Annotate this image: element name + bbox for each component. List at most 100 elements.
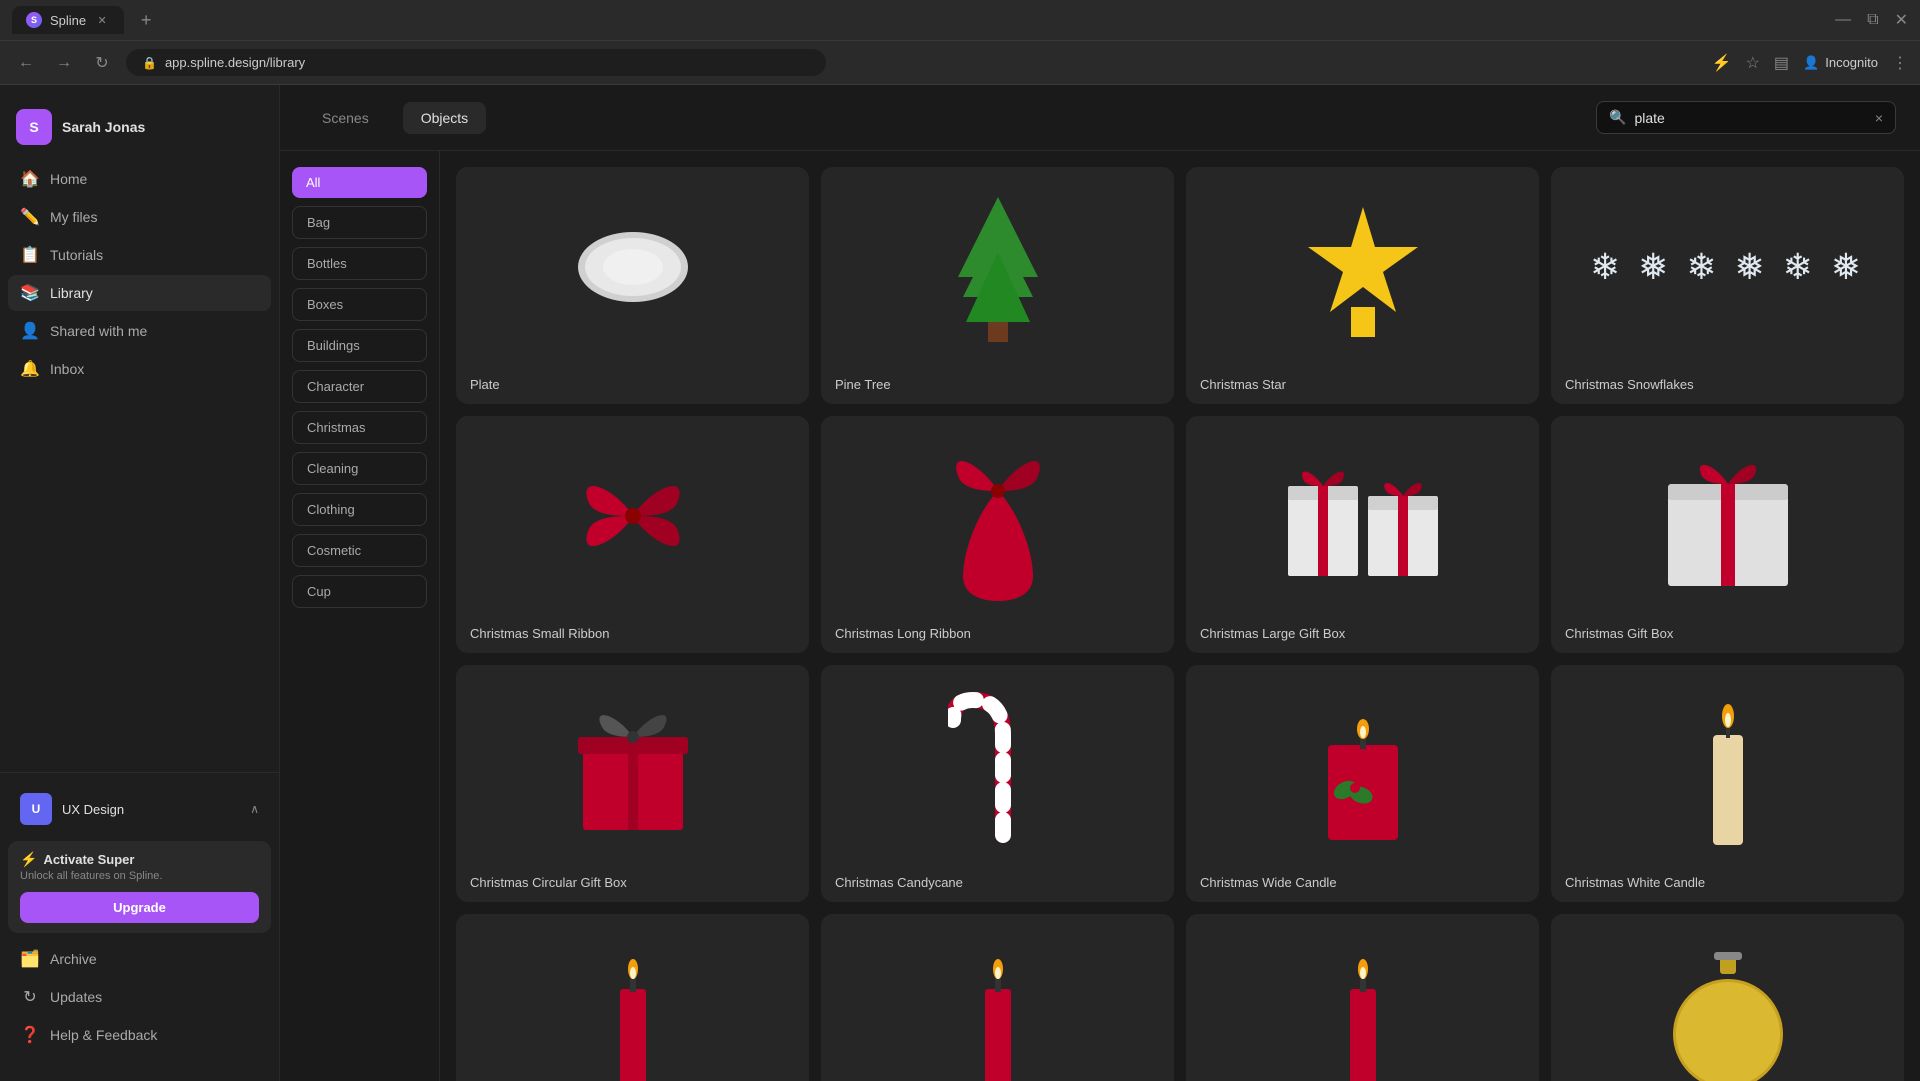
category-bag[interactable]: Bag [292, 206, 427, 239]
browser-tab[interactable]: S Spline ✕ [12, 6, 124, 34]
grid-item-gift-box[interactable]: Christmas Gift Box [1551, 416, 1904, 653]
sidebar-item-updates[interactable]: ↻ Updates [8, 979, 271, 1015]
grid-item-plate[interactable]: Plate [456, 167, 809, 404]
home-label: Home [50, 171, 87, 187]
address-bar[interactable]: 🔒 app.spline.design/library [126, 49, 826, 76]
grid-item-preview-candycane [821, 665, 1174, 865]
category-clothing[interactable]: Clothing [292, 493, 427, 526]
content-area: All Bag Bottles Boxes Buildings Characte… [280, 151, 1920, 1081]
grid-item-ornament[interactable] [1551, 914, 1904, 1081]
grid-item-preview-white-candle [1551, 665, 1904, 865]
close-icon[interactable]: ✕ [1895, 10, 1908, 30]
sidebar-item-tutorials[interactable]: 📋 Tutorials [8, 237, 271, 273]
sidebar-item-inbox[interactable]: 🔔 Inbox [8, 351, 271, 387]
sidebar-item-home[interactable]: 🏠 Home [8, 161, 271, 197]
grid-item-preview-ornament [1551, 914, 1904, 1081]
sidebar-item-library[interactable]: 📚 Library [8, 275, 271, 311]
tab-favicon: S [26, 12, 42, 28]
updates-icon: ↻ [20, 987, 40, 1007]
sidebar-item-archive[interactable]: 🗂️ Archive [8, 941, 271, 977]
forward-button[interactable]: → [50, 49, 78, 77]
archive-icon: 🗂️ [20, 949, 40, 969]
inbox-icon: 🔔 [20, 359, 40, 379]
workspace-name: UX Design [62, 802, 124, 817]
grid-item-label-christmas-snowflakes: Christmas Snowflakes [1551, 367, 1904, 404]
grid-item-candle-red-3[interactable] [1186, 914, 1539, 1081]
tutorials-icon: 📋 [20, 245, 40, 265]
menu-icon[interactable]: ⋮ [1892, 53, 1908, 73]
grid-item-preview-christmas-star [1186, 167, 1539, 367]
main-content: Scenes Objects 🔍 × All Bag Bottles Boxes… [280, 85, 1920, 1081]
tab-objects[interactable]: Objects [403, 102, 486, 134]
workspace-avatar: U [20, 793, 52, 825]
grid-item-small-ribbon[interactable]: Christmas Small Ribbon [456, 416, 809, 653]
grid-item-preview-long-ribbon [821, 416, 1174, 616]
category-buildings[interactable]: Buildings [292, 329, 427, 362]
maximize-icon[interactable]: ⧉ [1867, 11, 1878, 29]
category-boxes[interactable]: Boxes [292, 288, 427, 321]
category-christmas[interactable]: Christmas [292, 411, 427, 444]
search-bar[interactable]: 🔍 × [1596, 101, 1896, 134]
grid-item-label-white-candle: Christmas White Candle [1551, 865, 1904, 902]
minimize-icon[interactable]: — [1835, 11, 1851, 29]
help-label: Help & Feedback [50, 1027, 157, 1043]
bookmark-icon[interactable]: ☆ [1746, 53, 1760, 73]
activate-super-panel: ⚡ Activate Super Unlock all features on … [8, 841, 271, 933]
extensions-icon[interactable]: ⚡ [1712, 53, 1732, 73]
grid-item-pine-tree[interactable]: Pine Tree [821, 167, 1174, 404]
workspace-item[interactable]: U UX Design ∧ [8, 785, 271, 833]
grid-item-preview-wide-candle [1186, 665, 1539, 865]
nav-items: 🏠 Home ✏️ My files 📋 Tutorials 📚 Library… [0, 161, 279, 772]
user-avatar: S [16, 109, 52, 145]
search-clear-button[interactable]: × [1875, 110, 1883, 126]
library-label: Library [50, 285, 93, 301]
category-cup[interactable]: Cup [292, 575, 427, 608]
url-text: app.spline.design/library [165, 55, 305, 70]
grid-item-candycane[interactable]: Christmas Candycane [821, 665, 1174, 902]
grid-item-christmas-star[interactable]: Christmas Star [1186, 167, 1539, 404]
tab-close-button[interactable]: ✕ [94, 12, 110, 28]
incognito-icon: 👤 [1803, 55, 1819, 71]
browser-toolbar: ← → ↻ 🔒 app.spline.design/library ⚡ ☆ ▤ … [0, 40, 1920, 84]
toolbar-right: ⚡ ☆ ▤ 👤 Incognito ⋮ [1712, 53, 1908, 73]
category-all[interactable]: All [292, 167, 427, 198]
grid-item-label-gift-box: Christmas Gift Box [1551, 616, 1904, 653]
help-icon: ❓ [20, 1025, 40, 1045]
activate-title: ⚡ Activate Super [20, 851, 259, 868]
grid-item-white-candle[interactable]: Christmas White Candle [1551, 665, 1904, 902]
grid-item-long-ribbon[interactable]: Christmas Long Ribbon [821, 416, 1174, 653]
category-cosmetic[interactable]: Cosmetic [292, 534, 427, 567]
grid-item-label-small-ribbon: Christmas Small Ribbon [456, 616, 809, 653]
grid-item-preview-small-ribbon [456, 416, 809, 616]
archive-label: Archive [50, 951, 97, 967]
incognito-badge: 👤 Incognito [1803, 55, 1878, 71]
grid-item-wide-candle[interactable]: Christmas Wide Candle [1186, 665, 1539, 902]
search-input[interactable] [1634, 110, 1866, 126]
sidebar-icon[interactable]: ▤ [1774, 53, 1789, 73]
activate-subtitle: Unlock all features on Spline. [20, 870, 259, 882]
grid-item-preview-gift-box [1551, 416, 1904, 616]
grid-item-label-long-ribbon: Christmas Long Ribbon [821, 616, 1174, 653]
sidebar-item-my-files[interactable]: ✏️ My files [8, 199, 271, 235]
back-button[interactable]: ← [12, 49, 40, 77]
grid-item-large-gift-box[interactable]: Christmas Large Gift Box [1186, 416, 1539, 653]
upgrade-button[interactable]: Upgrade [20, 892, 259, 923]
lightning-icon: ⚡ [20, 851, 37, 868]
app-container: S Sarah Jonas 🏠 Home ✏️ My files 📋 Tutor… [0, 85, 1920, 1081]
sidebar-item-shared[interactable]: 👤 Shared with me [8, 313, 271, 349]
grid-item-candle-red-1[interactable] [456, 914, 809, 1081]
grid-item-preview-candle-red-3 [1186, 914, 1539, 1081]
sidebar: S Sarah Jonas 🏠 Home ✏️ My files 📋 Tutor… [0, 85, 280, 1081]
window-controls: — ⧉ ✕ [1835, 10, 1908, 30]
category-character[interactable]: Character [292, 370, 427, 403]
grid-item-candle-red-2[interactable] [821, 914, 1174, 1081]
tab-scenes[interactable]: Scenes [304, 102, 387, 134]
reload-button[interactable]: ↻ [88, 49, 116, 77]
category-cleaning[interactable]: Cleaning [292, 452, 427, 485]
new-tab-button[interactable]: + [132, 6, 160, 34]
grid-item-christmas-snowflakes[interactable]: ❄ ❅ ❄ ❅ ❄ ❅ Christmas Snowflakes [1551, 167, 1904, 404]
sidebar-item-help[interactable]: ❓ Help & Feedback [8, 1017, 271, 1053]
category-bottles[interactable]: Bottles [292, 247, 427, 280]
category-sidebar: All Bag Bottles Boxes Buildings Characte… [280, 151, 440, 1081]
grid-item-circular-gift-box[interactable]: Christmas Circular Gift Box [456, 665, 809, 902]
